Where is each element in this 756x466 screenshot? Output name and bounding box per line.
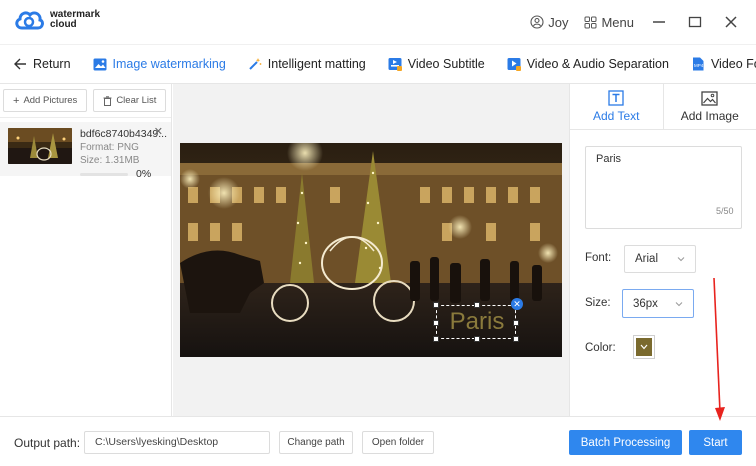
size-value: 36px <box>633 297 658 310</box>
grid-menu-icon <box>584 16 597 28</box>
color-swatch-fill <box>636 338 652 356</box>
plus-icon: + <box>13 94 20 107</box>
tab-video-audio-separation[interactable]: Video & Audio Separation <box>496 45 680 83</box>
file-format: Format: PNG <box>80 142 139 153</box>
font-label: Font: <box>585 252 612 264</box>
watermark-text-box[interactable]: Paris ✕ <box>433 298 523 342</box>
tab-add-image[interactable]: Add Image <box>664 84 756 129</box>
user-account-button[interactable]: Joy <box>530 15 568 30</box>
trash-icon <box>103 95 112 106</box>
change-path-button[interactable]: Change path <box>279 431 353 454</box>
remove-file-icon[interactable]: ✕ <box>154 125 163 138</box>
tab-video-subtitle[interactable]: Video Subtitle <box>377 45 496 83</box>
cloud-logo-icon <box>15 11 44 30</box>
resize-handle-top-left[interactable] <box>433 302 439 308</box>
progress-percent: 0% <box>136 168 152 180</box>
image-outline-icon <box>701 90 718 106</box>
font-select[interactable]: Arial <box>624 245 696 273</box>
feature-tab-bar: Return Image watermarking Intelligent ma… <box>0 44 756 84</box>
tab-add-text[interactable]: Add Text <box>570 84 664 129</box>
video-subtitle-icon <box>388 58 402 71</box>
size-label: Size: <box>585 297 611 309</box>
color-picker[interactable] <box>633 335 655 359</box>
add-pictures-button[interactable]: + Add Pictures <box>3 89 88 112</box>
image-icon <box>93 58 107 70</box>
start-button[interactable]: Start <box>689 430 742 455</box>
color-label: Color: <box>585 342 616 354</box>
maximize-button[interactable] <box>684 12 706 32</box>
batch-processing-button[interactable]: Batch Processing <box>569 430 682 455</box>
user-icon <box>530 15 544 29</box>
file-size: Size: 1.31MB <box>80 155 140 166</box>
tab-intelligent-matting[interactable]: Intelligent matting <box>237 45 377 83</box>
image-preview: Paris ✕ <box>180 143 562 357</box>
title-bar: watermark cloud Joy Menu <box>0 0 756 44</box>
text-icon <box>608 90 624 106</box>
resize-handle-right[interactable] <box>513 320 519 326</box>
menu-button[interactable]: Menu <box>584 15 634 30</box>
watermark-settings-panel: Add Text Add Image 5/50 Font: Arial Size… <box>569 84 756 416</box>
output-path-label: Output path: <box>14 436 81 450</box>
chevron-down-icon <box>640 344 648 350</box>
progress-bar <box>80 173 128 176</box>
resize-handle-bottom-left[interactable] <box>433 336 439 342</box>
app-logo: watermark cloud <box>14 8 100 32</box>
arrow-left-icon <box>14 58 26 70</box>
chevron-down-icon <box>675 301 683 306</box>
minimize-icon <box>653 21 665 23</box>
close-window-button[interactable] <box>720 12 742 32</box>
minimize-button[interactable] <box>648 12 670 32</box>
file-list-panel: + Add Pictures Clear List bdf6c8740b4349… <box>0 84 172 416</box>
watermark-text: Paris <box>449 308 505 335</box>
tab-return[interactable]: Return <box>0 45 82 83</box>
file-list-item[interactable]: bdf6c8740b4349... Format: PNG Size: 1.31… <box>0 122 171 180</box>
remove-watermark-icon[interactable]: ✕ <box>511 298 523 310</box>
tab-image-watermarking[interactable]: Image watermarking <box>82 45 237 83</box>
file-thumbnail <box>8 128 72 164</box>
output-path-field[interactable]: C:\Users\lyesking\Desktop <box>84 431 270 454</box>
clear-list-button[interactable]: Clear List <box>93 89 167 112</box>
font-value: Arial <box>635 253 659 265</box>
resize-handle-bottom-right[interactable] <box>513 336 519 342</box>
resize-handle-bottom[interactable] <box>474 336 480 342</box>
output-bar: Output path: C:\Users\lyesking\Desktop C… <box>0 416 756 466</box>
magic-wand-icon <box>249 58 262 70</box>
char-counter: 5/50 <box>716 206 734 216</box>
watermark-type-tabs: Add Text Add Image <box>570 84 756 130</box>
size-select[interactable]: 36px <box>622 289 694 318</box>
watermark-text-input[interactable] <box>585 146 742 229</box>
resize-handle-left[interactable] <box>433 320 439 326</box>
resize-handle-top[interactable] <box>474 302 480 308</box>
video-format-icon: MP4 <box>692 57 704 71</box>
file-list-toolbar: + Add Pictures Clear List <box>0 84 171 118</box>
user-name: Joy <box>548 14 569 30</box>
close-icon <box>725 16 737 28</box>
maximize-icon <box>688 16 702 28</box>
chevron-down-icon <box>677 257 685 262</box>
menu-label: Menu <box>601 14 634 30</box>
file-progress: 0% <box>80 168 167 181</box>
tab-video-format[interactable]: MP4 Video Form <box>680 45 756 83</box>
preview-canvas-area: Paris ✕ <box>173 84 569 416</box>
open-folder-button[interactable]: Open folder <box>362 431 434 454</box>
svg-text:MP4: MP4 <box>694 63 704 68</box>
video-audio-icon <box>507 58 521 71</box>
logo-text: watermark cloud <box>50 9 101 30</box>
